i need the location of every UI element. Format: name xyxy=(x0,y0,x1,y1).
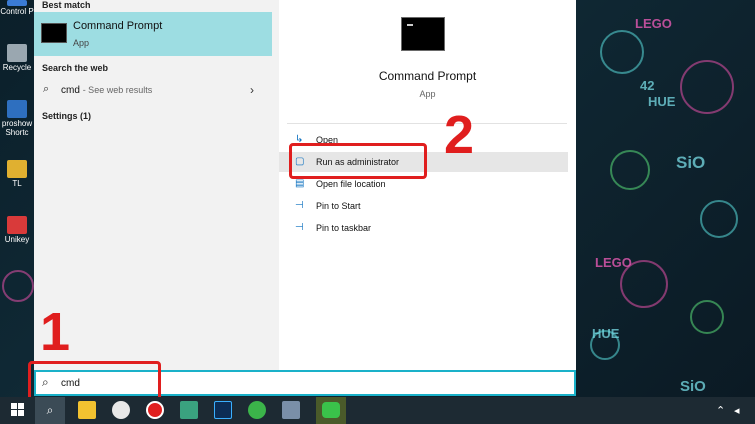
file-explorer-icon[interactable] xyxy=(78,401,96,419)
record-icon[interactable] xyxy=(146,401,164,419)
command-prompt-icon xyxy=(41,23,67,43)
network-app-icon[interactable] xyxy=(282,401,300,419)
wallpaper-text: HUE xyxy=(648,94,676,109)
wallpaper-text: HUE xyxy=(592,326,620,341)
taskbar: ⌕ ⌃ ◂ xyxy=(0,397,755,424)
desktop-icon-control-panel[interactable]: Control P xyxy=(0,0,34,16)
action-label: Open file location xyxy=(316,179,386,189)
desktop-icon-label: Unikey xyxy=(4,235,30,244)
chevron-up-icon[interactable]: ⌃ xyxy=(716,404,725,417)
best-match-label: Best match xyxy=(42,0,91,10)
desktop-icon-label: TL xyxy=(12,179,22,188)
step-number-1: 1 xyxy=(40,302,71,362)
folder-icon: ▤ xyxy=(295,178,305,189)
wallpaper-text: SiO xyxy=(680,378,706,395)
desktop-icon-tl[interactable]: TL xyxy=(0,160,34,188)
desktop-icon-proshow[interactable]: proshow Shortc xyxy=(0,100,34,137)
start-menu-detail: Command Prompt App ↳ Open ▢ Run as admin… xyxy=(279,0,576,370)
control-panel-icon xyxy=(7,0,27,6)
divider xyxy=(287,123,567,124)
photoshop-icon[interactable] xyxy=(214,401,232,419)
web-search-result[interactable]: ⌕ cmd - See web results › xyxy=(34,81,272,101)
game-icon[interactable] xyxy=(112,401,130,419)
speaker-icon[interactable]: ◂ xyxy=(734,404,740,417)
windows-start-button[interactable] xyxy=(11,403,25,417)
action-pin-to-start[interactable]: ⊣ Pin to Start xyxy=(279,196,568,216)
wallpaper-doodle xyxy=(690,300,724,334)
unikey-icon xyxy=(7,216,27,234)
web-hint: - See web results xyxy=(82,85,153,95)
desktop-icon-label: proshow Shortc xyxy=(1,119,33,137)
wallpaper-doodle xyxy=(700,200,738,238)
wallpaper-text: SiO xyxy=(676,153,706,172)
chrome-icon[interactable] xyxy=(248,401,266,419)
command-prompt-large-icon xyxy=(401,17,445,51)
action-label: Pin to taskbar xyxy=(316,223,372,233)
pin-icon: ⊣ xyxy=(295,200,304,211)
wallpaper-text: 42 xyxy=(640,78,655,93)
desktop-icon-label: Control P xyxy=(0,7,34,16)
step-number-2: 2 xyxy=(444,105,475,165)
desktop-icon-unikey[interactable]: Unikey xyxy=(0,216,34,244)
best-match-title: Command Prompt xyxy=(73,20,163,32)
web-query: cmd xyxy=(61,85,80,96)
proshow-icon xyxy=(7,100,27,118)
search-web-label: Search the web xyxy=(42,63,109,73)
wallpaper-doodle xyxy=(680,60,734,114)
highlight-run-as-administrator xyxy=(289,143,427,179)
taskbar-search-button[interactable]: ⌕ xyxy=(35,397,65,424)
recycle-bin-icon xyxy=(7,44,27,62)
web-search-text: cmd - See web results xyxy=(61,85,152,96)
search-icon: ⌕ xyxy=(43,83,50,95)
action-label: Pin to Start xyxy=(316,201,361,211)
wallpaper-doodle xyxy=(610,150,650,190)
chevron-right-icon: › xyxy=(250,83,254,97)
desktop-icons: Control P Recycle proshow Shortc TL Unik… xyxy=(0,0,34,397)
desktop-icon-label: Recycle xyxy=(2,63,32,72)
action-pin-to-taskbar[interactable]: ⊣ Pin to taskbar xyxy=(279,218,568,238)
wallpaper-text: LEGO xyxy=(595,255,632,270)
start-menu-results: Best match Command Prompt App Search the… xyxy=(34,0,279,370)
desktop-icon-recycle[interactable]: Recycle xyxy=(0,44,34,72)
line-app-button[interactable] xyxy=(316,397,346,424)
detail-subtitle: App xyxy=(419,89,436,99)
app-icon[interactable] xyxy=(180,401,198,419)
pin-icon: ⊣ xyxy=(295,222,304,233)
wallpaper-doodle xyxy=(600,30,644,74)
wallpaper-text: LEGO xyxy=(635,16,672,31)
detail-title: Command Prompt xyxy=(378,69,477,83)
tl-icon xyxy=(7,160,27,178)
best-match-subtitle: App xyxy=(73,38,90,48)
line-icon xyxy=(322,402,340,418)
best-match-command-prompt[interactable]: Command Prompt App xyxy=(34,12,272,56)
settings-label[interactable]: Settings (1) xyxy=(42,111,91,121)
